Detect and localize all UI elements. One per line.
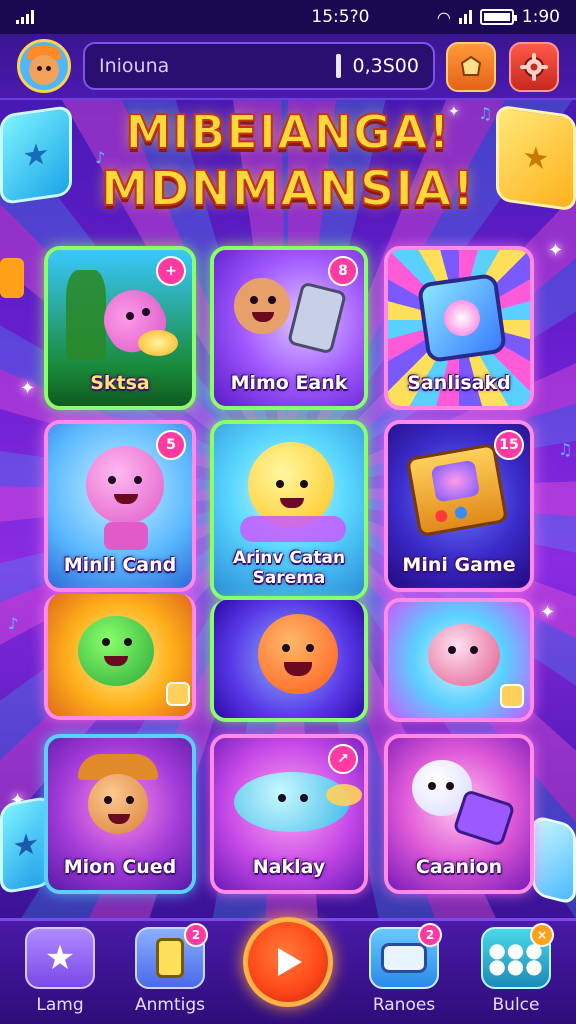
card-badge: ↗ [328, 744, 358, 774]
arcade-cabinet-icon [405, 442, 509, 538]
orange-ball-art [214, 600, 364, 718]
nav-home-button[interactable]: ★ Lamg [22, 927, 98, 1015]
console-icon [416, 272, 508, 364]
game-card-arinv-catan[interactable]: Arinv Catan Sarema [210, 420, 368, 600]
status-left [16, 10, 34, 24]
search-text: Iniouna [99, 55, 170, 77]
orange-cube-decoration [0, 258, 24, 298]
title-line-2: MDNMANSIA! [100, 160, 476, 218]
sparkle-icon: ✦ [540, 602, 556, 623]
pink-monster-icon [86, 446, 164, 524]
battery-icon [479, 9, 517, 25]
sparkle-icon: ✦ [20, 378, 36, 399]
card-badge: + [156, 256, 186, 286]
star-icon: ★ [25, 927, 95, 989]
card-badge: 5 [156, 430, 186, 460]
balance-display: 0,3S00 [335, 54, 419, 78]
game-card-green-dragon[interactable] [44, 594, 196, 720]
nav-menu-button[interactable]: ●●● ●●● × Bulce [478, 923, 554, 1015]
game-label: Caanion [415, 856, 503, 878]
nav-badge: × [530, 923, 554, 947]
cat-creature-art [388, 602, 530, 718]
nav-animations-button[interactable]: 2 Anmtigs [132, 923, 208, 1015]
wifi-icon: ◠ [436, 7, 451, 27]
gear-icon [520, 53, 548, 81]
device-icon [286, 281, 348, 355]
nav-label: Ranoes [372, 995, 436, 1015]
status-bar: 15:5?0 ◠ 1:90 [0, 0, 576, 34]
signal-strength-icon [16, 10, 34, 24]
avatar[interactable] [17, 39, 71, 93]
card-badge: 8 [328, 256, 358, 286]
game-card-naklay[interactable]: ↗ Naklay [210, 734, 368, 894]
top-bar: Iniouna 0,3S00 [0, 34, 576, 100]
status-right: ◠ 1:90 [437, 7, 560, 27]
game-label: Mimo Eank [230, 372, 348, 394]
game-card-sanlisakd[interactable]: Sanlisakd [384, 246, 534, 410]
nav-label: Bulce [492, 995, 540, 1015]
game-card-orange-ball[interactable] [210, 600, 368, 722]
game-label: Arinv Catan Sarema [232, 548, 346, 588]
explorer-face-icon [88, 774, 148, 834]
music-note-icon: ♫ [558, 440, 573, 459]
avatar-face [29, 55, 59, 85]
green-dragon-icon [78, 616, 154, 686]
game-label: Sktsa [90, 372, 150, 394]
title-line-1: MIBEIANGA! [125, 104, 451, 160]
sparkle-icon: ✦ [548, 240, 564, 261]
cyan-crystal-decoration-right [532, 814, 576, 906]
nav-label: Anmtigs [134, 995, 205, 1015]
music-note-icon: ♪ [8, 614, 19, 633]
nav-label: Lamg [36, 995, 84, 1015]
game-label: Sanlisakd [407, 372, 511, 394]
status-clock-right: 1:90 [521, 7, 560, 27]
game-title: MIBEIANGA! MDNMANSIA! [0, 104, 576, 218]
nav-badge: 2 [184, 923, 208, 947]
game-card-cat-creature[interactable] [384, 598, 534, 722]
game-card-sktsa[interactable]: + Sktsa [44, 246, 196, 410]
nav-badge: 2 [418, 923, 442, 947]
cell-signal-icon [458, 10, 472, 24]
search-balance-field[interactable]: Iniouna 0,3S00 [83, 42, 435, 90]
game-label: Naklay [252, 856, 326, 878]
yellow-cube-decoration: ★ [496, 104, 576, 212]
shop-button[interactable] [446, 42, 496, 92]
game-card-mion-cued[interactable]: Mion Cued [44, 734, 196, 894]
game-label: Mini Game [402, 554, 516, 576]
green-dragon-art [48, 594, 192, 716]
game-card-caanion[interactable]: Caanion [384, 734, 534, 894]
game-label: Mion Cued [63, 856, 177, 878]
bottom-nav: ★ Lamg 2 Anmtigs 2 Ranoes ●●● ●●● × Bulce [0, 917, 576, 1024]
cat-creature-icon [428, 624, 500, 686]
nav-rankings-button[interactable]: 2 Ranoes [366, 923, 442, 1015]
game-card-mini-game[interactable]: 15 Mini Game [384, 420, 534, 592]
play-button[interactable] [243, 917, 333, 1007]
balance-bar-icon [335, 54, 341, 78]
orange-ball-icon [258, 614, 338, 694]
cyan-cube-decoration: ★ [0, 104, 72, 206]
status-time: 15:5?0 [311, 7, 370, 27]
balance-value: 0,3S00 [352, 55, 419, 77]
game-card-mimo-eank[interactable]: 8 Mimo Eank [210, 246, 368, 410]
shop-icon [460, 55, 482, 76]
settings-button[interactable] [509, 42, 559, 92]
game-card-minli-cand[interactable]: 5 Minli Cand [44, 420, 196, 592]
card-badge: 15 [494, 430, 524, 460]
play-icon [278, 948, 302, 976]
game-label: Minli Cand [63, 554, 177, 576]
